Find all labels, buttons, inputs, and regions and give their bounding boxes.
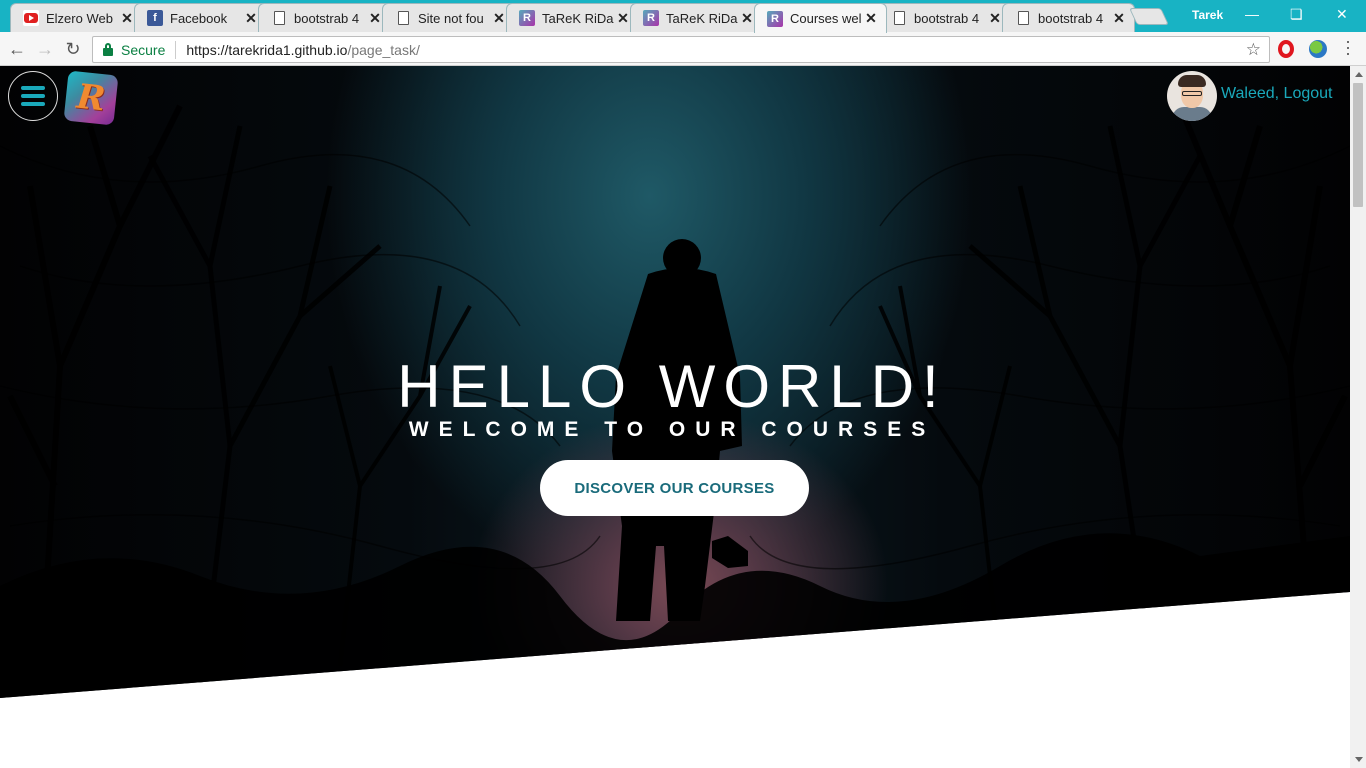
menu-bar-icon (21, 102, 45, 106)
window-close-icon[interactable]: ✕ (1336, 6, 1348, 23)
document-icon (1015, 10, 1031, 26)
scroll-up-arrow-icon[interactable] (1355, 72, 1363, 77)
tab-close-icon[interactable]: ✕ (492, 10, 506, 27)
url-host: https://tarekrida1.github.io (186, 41, 348, 58)
user-logout-link[interactable]: Waleed, Logout (1221, 85, 1332, 103)
tab-title: Site not fou (418, 10, 484, 26)
discover-courses-button[interactable]: DISCOVER OUR COURSES (540, 460, 809, 516)
browser-toolbar: ← → ↻ Secure https://tarekrida1.github.i… (0, 32, 1366, 66)
new-tab-button[interactable] (1129, 8, 1169, 25)
tab-title: bootstrab 4 (914, 10, 980, 26)
restore-icon[interactable]: ❏ (1290, 6, 1303, 23)
security-label: Secure (121, 41, 166, 58)
lock-icon (103, 42, 113, 56)
bookmark-star-icon[interactable]: ☆ (1246, 40, 1261, 60)
tab-title: Elzero Web (46, 10, 113, 26)
site-logo[interactable]: R (63, 70, 119, 126)
tab-close-icon[interactable]: ✕ (616, 10, 630, 27)
user-avatar[interactable] (1167, 71, 1217, 121)
tab-courses-active[interactable]: R Courses wel ✕ (754, 3, 887, 33)
tab-title: bootstrab 4 (294, 10, 360, 26)
tr-logo-icon: R (519, 10, 535, 26)
address-bar[interactable]: Secure https://tarekrida1.github.io/page… (92, 36, 1270, 63)
scroll-thumb[interactable] (1353, 83, 1363, 207)
tab-elzero[interactable]: Elzero Web ✕ (10, 3, 143, 32)
menu-bar-icon (21, 94, 45, 98)
document-icon (891, 10, 907, 26)
browser-menu-icon[interactable]: · · · (1343, 32, 1353, 62)
avatar-glasses (1182, 91, 1202, 96)
tab-title: Facebook (170, 10, 228, 26)
avatar-shirt (1172, 107, 1212, 121)
youtube-icon (23, 10, 39, 26)
tab-close-icon[interactable]: ✕ (864, 10, 878, 27)
tab-title: Courses wel (790, 11, 862, 26)
back-arrow-icon[interactable]: ← (6, 38, 28, 60)
reload-icon[interactable]: ↻ (62, 38, 84, 60)
tab-title: TaReK RiDa (542, 10, 614, 26)
page-viewport: R Waleed, Logout HELLO WORLD! WELCOME TO… (0, 66, 1350, 768)
tab-close-icon[interactable]: ✕ (740, 10, 754, 27)
tab-close-icon[interactable]: ✕ (244, 10, 258, 27)
avatar-hair (1178, 75, 1206, 87)
tab-bootstrab-2[interactable]: bootstrab 4 ✕ (878, 3, 1011, 32)
hero-section: R Waleed, Logout HELLO WORLD! WELCOME TO… (0, 66, 1350, 698)
forward-arrow-icon[interactable]: → (34, 38, 56, 60)
tab-close-icon[interactable]: ✕ (1112, 10, 1126, 27)
tab-site-not-found[interactable]: Site not fou ✕ (382, 3, 515, 32)
tab-close-icon[interactable]: ✕ (120, 10, 134, 27)
url-path: /page_task/ (347, 41, 420, 58)
tab-tarek-rida-2[interactable]: R TaReK RiDa ✕ (630, 3, 763, 32)
menu-bar-icon (21, 86, 45, 90)
scroll-down-arrow-icon[interactable] (1355, 757, 1363, 762)
browser-tab-strip: Elzero Web ✕ f Facebook ✕ bootstrab 4 ✕ … (0, 0, 1366, 33)
hamburger-menu-button[interactable] (8, 71, 58, 121)
minimize-icon[interactable]: — (1245, 6, 1259, 22)
tab-tarek-rida-1[interactable]: R TaReK RiDa ✕ (506, 3, 639, 32)
page-scrollbar[interactable] (1350, 66, 1366, 768)
tab-bootstrab-1[interactable]: bootstrab 4 ✕ (258, 3, 391, 32)
document-icon (395, 10, 411, 26)
address-separator (175, 40, 177, 59)
document-icon (271, 10, 287, 26)
hero-subtitle: WELCOME TO OUR COURSES (408, 418, 936, 441)
tab-bootstrab-3[interactable]: bootstrab 4 ✕ (1002, 3, 1135, 32)
tr-logo-icon: R (643, 10, 659, 26)
profile-name[interactable]: Tarek (1192, 8, 1223, 22)
tab-facebook[interactable]: f Facebook ✕ (134, 3, 267, 32)
opera-extension-icon[interactable] (1278, 40, 1294, 58)
globe-extension-icon[interactable] (1309, 40, 1327, 58)
tab-title: bootstrab 4 (1038, 10, 1104, 26)
logo-letter: R (74, 76, 108, 120)
tr-logo-icon: R (767, 10, 783, 27)
tab-close-icon[interactable]: ✕ (988, 10, 1002, 27)
tab-title: TaReK RiDa (666, 10, 738, 26)
tab-close-icon[interactable]: ✕ (368, 10, 382, 27)
facebook-icon: f (147, 10, 163, 26)
hero-title: HELLO WORLD! (397, 353, 947, 420)
